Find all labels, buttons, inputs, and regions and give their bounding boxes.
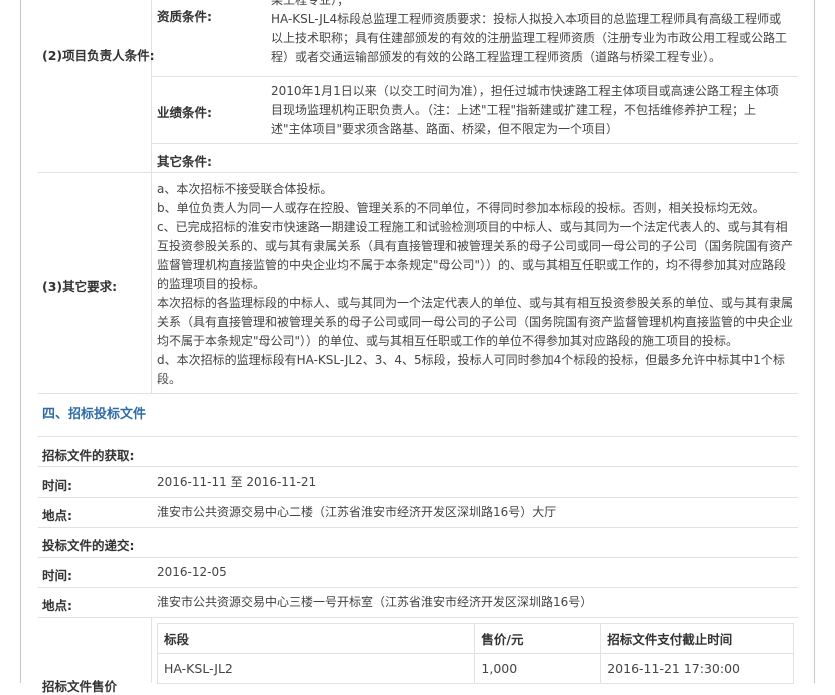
- submit-time-label: 时间:: [42, 568, 72, 583]
- divider: [151, 172, 152, 393]
- table-cell: 2016-11-21 17:30:00: [600, 653, 794, 684]
- performance-text: 2010年1月1日以来（以交工时间为准），担任过城市快速路工程主体项目或高速公路…: [271, 82, 801, 139]
- divider: [38, 436, 798, 437]
- qualification-label: 资质条件:: [157, 9, 212, 24]
- divider: [38, 557, 798, 558]
- text-line: 梁工程专业）；: [271, 0, 350, 7]
- table-row: HA-KSL-JL2 1,000 2016-11-21 17:30:00: [156, 653, 794, 684]
- divider: [38, 466, 798, 467]
- divider: [38, 527, 798, 528]
- submit-place: 淮安市公共资源交易中心三楼一号开标室（江苏省淮安市经济开发区深圳路16号）: [157, 595, 593, 609]
- text-line: HA-KSL-JL4标段总监理工程师资质要求：投标人拟投入本项目的总监理工程师具…: [271, 12, 782, 26]
- column-header: 招标文件支付截止时间: [600, 623, 794, 654]
- divider: [38, 393, 798, 394]
- table-cell: 1,000: [474, 653, 602, 684]
- text-line: a、本次招标不接受联合体投标。: [157, 182, 333, 196]
- time-start: 2016-11-11: [157, 475, 227, 489]
- divider: [38, 497, 798, 498]
- text-line: 目现场监理机构正职负责人。（注：上述"工程"指新建或扩建工程，不包括维修养护工程…: [271, 103, 757, 117]
- acquire-time: 2016-11-11 至 2016-11-21: [157, 473, 316, 492]
- text-line: 述"主体项目"要求须含路基、路面、桥梁，但不限定为一个项目）: [271, 122, 619, 136]
- text-line: 均不属于本条规定"母公司"））的单位、或与其相互任职或工作的单位不得参加其对应路…: [157, 334, 739, 348]
- acquire-place-label: 地点:: [42, 508, 72, 523]
- divider: [38, 587, 798, 588]
- text-line: d、本次招标的监理标段有HA-KSL-JL2、3、4、5标段，投标人可同时参加4…: [157, 353, 785, 367]
- submit-place-label: 地点:: [42, 598, 72, 613]
- text-line: 2010年1月1日以来（以交工时间为准），担任过城市快速路工程主体项目或高速公路…: [271, 84, 779, 98]
- other-requirements-text: a、本次招标不接受联合体投标。 b、单位负责人为同一人或存在控股、管理关系的不同…: [157, 180, 802, 389]
- text-line: 本次招标的各监理标段的中标人、或与其同为一个法定代表人的单位、或与其有相互投资参…: [157, 296, 794, 310]
- text-line: 关系（具有直接管理和被管理关系的母子公司或同一母公司的子公司（国务院国有资产监督…: [157, 315, 794, 329]
- column-header: 标段: [156, 623, 476, 654]
- submit-label: 投标文件的递交:: [42, 538, 135, 553]
- text-line: 互投资参股关系的、或与其有隶属关系（具有直接管理和被管理关系的母子公司或同一母公…: [157, 239, 794, 253]
- divider: [151, 0, 152, 172]
- time-end: 2016-11-21: [246, 475, 317, 489]
- divider: [151, 143, 798, 144]
- submit-time: 2016-12-05: [157, 565, 227, 579]
- text-line: c、已完成招标的淮安市快速路一期建设工程施工和试验检测项目的中标人、或与其同为一…: [157, 220, 788, 234]
- other-requirements-label: (3)其它要求:: [42, 279, 118, 294]
- right-frame-border: [814, 0, 815, 683]
- price-label: 招标文件售价: [42, 679, 118, 694]
- text-line: 段。: [157, 372, 182, 386]
- table-cell: HA-KSL-JL2: [156, 653, 476, 684]
- divider: [151, 76, 798, 77]
- divider: [38, 172, 798, 173]
- table-header-row: 标段 售价/元 招标文件支付截止时间: [156, 623, 794, 654]
- qualification-text: 梁工程专业）； HA-KSL-JL4标段总监理工程师资质要求：投标人拟投入本项目…: [271, 0, 801, 67]
- performance-label: 业绩条件:: [157, 105, 212, 120]
- other-conditions-label: 其它条件:: [157, 154, 212, 169]
- acquire-place: 淮安市公共资源交易中心二楼（江苏省淮安市经济开发区深圳路16号）大厅: [157, 505, 557, 519]
- left-frame-border: [20, 0, 21, 683]
- time-separator: 至: [230, 475, 243, 489]
- text-line: 程）或者交通运输部颁发的有效的公路工程监理工程师资质（道路与桥梁工程专业）。: [271, 50, 722, 64]
- text-line: 的监理项目的投标。: [157, 277, 266, 291]
- acquire-time-label: 时间:: [42, 478, 72, 493]
- price-table: 标段 售价/元 招标文件支付截止时间 HA-KSL-JL2 1,000 2016…: [156, 623, 794, 684]
- text-line: 监督管理机构直接监管的中央企业均不属于本条规定"母公司"））的、或与其相互任职或…: [157, 258, 787, 272]
- section-title: 四、招标投标文件: [42, 407, 147, 422]
- text-line: 以上技术职称；具有住建部颁发的有效的注册监理工程师资质（注册专业为市政公用工程或…: [271, 31, 788, 45]
- divider: [38, 617, 798, 618]
- column-header: 售价/元: [474, 623, 602, 654]
- project-leader-label: (2)项目负责人条件:: [42, 48, 155, 63]
- divider: [151, 617, 152, 683]
- text-line: b、单位负责人为同一人或存在控股、管理关系的不同单位，不得同时参加本标段的投标。…: [157, 201, 765, 215]
- acquire-label: 招标文件的获取:: [42, 448, 135, 463]
